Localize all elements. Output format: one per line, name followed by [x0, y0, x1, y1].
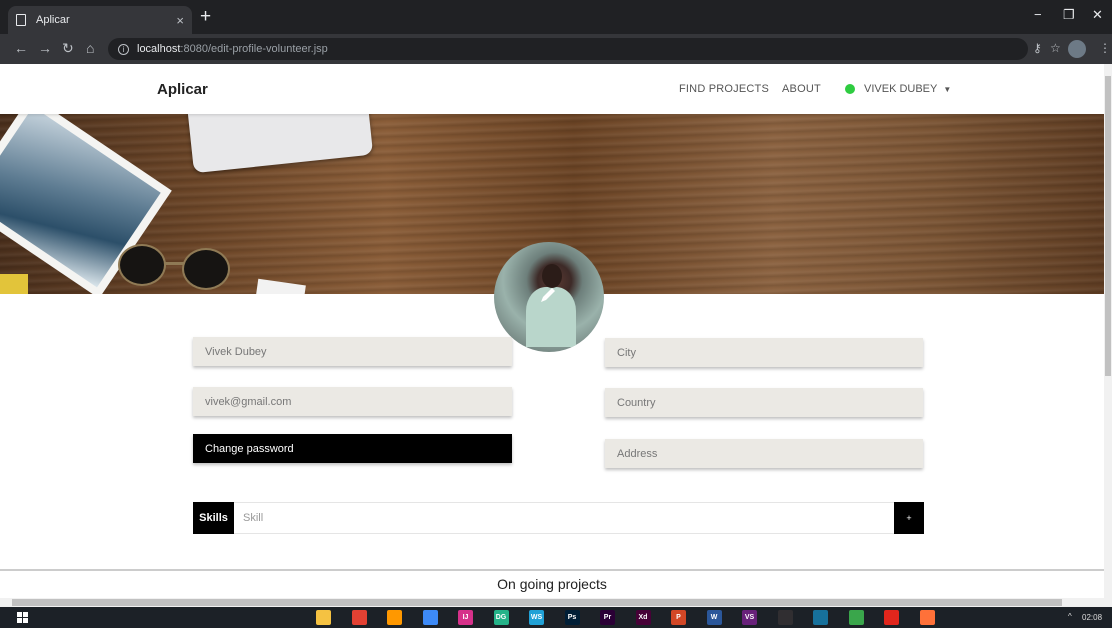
firefox-icon[interactable]	[919, 610, 935, 625]
site-logo[interactable]: Aplicar	[157, 81, 208, 98]
tab-title: Aplicar	[36, 14, 70, 26]
browser-tab[interactable]: Aplicar ×	[8, 6, 192, 34]
tray-chevron-icon[interactable]: ^	[1068, 612, 1072, 621]
tab-close-icon[interactable]: ×	[176, 13, 184, 28]
windows-taskbar: IJ DG WS Ps Pr Xd P W VS ^ 02:08	[0, 607, 1112, 628]
app-icon[interactable]	[813, 610, 828, 625]
new-tab-button[interactable]: +	[200, 7, 211, 27]
nav-about[interactable]: ABOUT	[782, 83, 821, 95]
browser-toolbar: ← → ↻ ⌂ i localhost :8080/edit-profile-v…	[0, 34, 1112, 64]
add-skill-button[interactable]: +	[894, 501, 924, 534]
url-host: localhost	[137, 43, 181, 55]
address-bar[interactable]: i localhost :8080/edit-profile-volunteer…	[108, 38, 1028, 60]
star-icon[interactable]: ☆	[1050, 41, 1061, 55]
edit-pencil-icon[interactable]	[537, 284, 559, 306]
sticky-note-decoration	[0, 274, 28, 294]
sublime-icon[interactable]	[387, 610, 402, 625]
maximize-icon[interactable]: ❐	[1063, 7, 1075, 23]
premiere-icon[interactable]: Pr	[600, 610, 615, 625]
key-icon[interactable]: ⚷	[1033, 41, 1042, 55]
page-icon	[16, 14, 26, 26]
nav-find-projects[interactable]: FIND PROJECTS	[679, 83, 769, 95]
word-icon[interactable]: W	[706, 610, 722, 625]
skills-input-group: Skills Skill +	[193, 501, 924, 534]
ongoing-projects-title: On going projects	[497, 576, 607, 592]
forward-icon[interactable]: →	[38, 40, 52, 56]
back-icon[interactable]: ←	[14, 40, 28, 56]
webstorm-icon[interactable]: WS	[529, 610, 544, 625]
section-divider	[0, 569, 1104, 571]
taskbar-clock: 02:08	[1082, 613, 1103, 622]
powerpoint-icon[interactable]: P	[671, 610, 686, 625]
country-field[interactable]: Country	[605, 388, 923, 417]
browser-profile-avatar[interactable]	[1068, 40, 1086, 58]
windows-start-icon[interactable]	[17, 612, 29, 624]
close-window-icon[interactable]: ✕	[1092, 7, 1103, 23]
file-explorer-icon[interactable]	[316, 610, 331, 625]
datagrip-icon[interactable]: DG	[493, 610, 509, 625]
horizontal-scrollbar[interactable]	[0, 598, 1112, 607]
menu-icon[interactable]: ⋮	[1099, 41, 1111, 55]
change-password-button[interactable]: Change password	[193, 434, 512, 463]
site-info-icon[interactable]: i	[118, 43, 129, 55]
email-field[interactable]: vivek@gmail.com	[193, 387, 512, 416]
visual-studio-icon[interactable]: VS	[742, 610, 757, 625]
green-app-icon[interactable]	[848, 610, 864, 625]
page: Aplicar FIND PROJECTS ABOUT VIVEK DUBEY …	[0, 64, 1104, 598]
user-name: VIVEK DUBEY	[864, 83, 938, 95]
notes-icon[interactable]	[422, 610, 438, 625]
minimize-icon[interactable]: −	[1034, 7, 1042, 22]
url-path: :8080/edit-profile-volunteer.jsp	[180, 43, 328, 55]
browser-tabstrip: Aplicar × + − ❐ ✕	[0, 0, 1112, 34]
caret-down-icon: ▼	[943, 84, 952, 94]
city-field[interactable]: City	[605, 338, 923, 367]
skills-label: Skills	[193, 501, 234, 534]
name-field[interactable]: Vivek Dubey	[193, 337, 512, 366]
reload-icon[interactable]: ↻	[62, 40, 74, 56]
home-icon[interactable]: ⌂	[86, 40, 94, 56]
user-menu[interactable]: VIVEK DUBEY ▼	[845, 83, 951, 95]
skill-input[interactable]: Skill	[234, 512, 894, 524]
laptop-decoration	[186, 114, 374, 174]
vertical-scrollbar[interactable]	[1104, 64, 1112, 598]
chrome-icon[interactable]	[351, 610, 367, 625]
photoshop-icon[interactable]: Ps	[564, 610, 580, 625]
online-status-icon	[845, 84, 855, 94]
obs-icon[interactable]	[777, 610, 793, 625]
intellij-icon[interactable]: IJ	[458, 610, 473, 625]
site-navbar: Aplicar FIND PROJECTS ABOUT VIVEK DUBEY …	[0, 64, 1104, 114]
paper-decoration	[254, 278, 306, 294]
opera-icon[interactable]	[884, 610, 899, 625]
xd-icon[interactable]: Xd	[635, 610, 651, 625]
address-field[interactable]: Address	[605, 439, 923, 468]
